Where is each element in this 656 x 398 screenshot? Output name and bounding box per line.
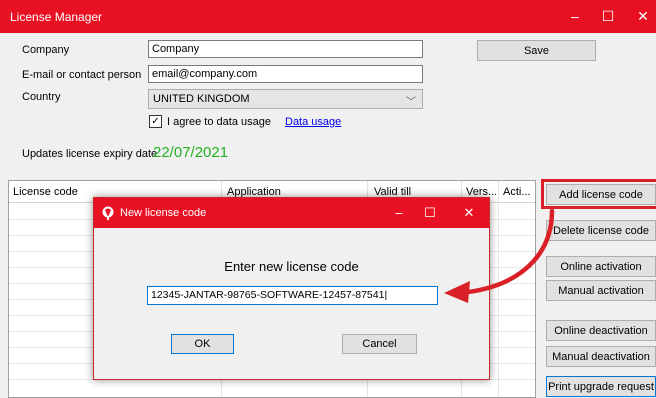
dialog-prompt: Enter new license code (224, 259, 359, 274)
email-input[interactable] (148, 65, 423, 83)
company-input[interactable] (148, 40, 423, 58)
online-deactivation-button[interactable]: Online deactivation (546, 320, 656, 341)
print-upgrade-request-button[interactable]: Print upgrade request (546, 376, 656, 397)
column-separator (498, 181, 499, 397)
country-label: Country (22, 91, 61, 103)
expiry-label: Updates license expiry date (22, 148, 158, 160)
license-code-value: 12345-JANTAR-98765-SOFTWARE-12457-87541 (151, 289, 385, 301)
agree-label: I agree to data usage (167, 116, 271, 128)
agree-checkbox[interactable]: ✓ (149, 115, 162, 128)
dialog-maximize-button[interactable]: ☐ (412, 198, 448, 228)
manual-activation-button[interactable]: Manual activation (546, 280, 656, 301)
dialog-title: New license code (120, 207, 207, 219)
online-activation-button[interactable]: Online activation (546, 256, 656, 277)
add-button-highlight (541, 179, 656, 209)
close-button[interactable]: ✕ (620, 0, 656, 33)
window-title: License Manager (10, 10, 103, 24)
chevron-down-icon: ﹀ (406, 97, 416, 108)
email-label: E-mail or contact person (22, 69, 142, 81)
dialog-titlebar: New license code – ☐ ✕ (94, 198, 489, 228)
company-label: Company (22, 44, 70, 56)
new-license-code-dialog: New license code – ☐ ✕ Enter new license… (93, 197, 490, 380)
cancel-button[interactable]: Cancel (342, 334, 417, 354)
column-header-license-code[interactable]: License code (13, 186, 78, 198)
save-button[interactable]: Save (477, 40, 596, 61)
delete-license-code-button[interactable]: Delete license code (546, 220, 656, 241)
window-titlebar: License Manager – ☐ ✕ (0, 0, 656, 33)
ok-button[interactable]: OK (171, 334, 234, 354)
manual-deactivation-button[interactable]: Manual deactivation (546, 346, 656, 367)
license-code-input[interactable]: 12345-JANTAR-98765-SOFTWARE-12457-87541| (147, 286, 438, 305)
country-value: UNITED KINGDOM (153, 93, 250, 105)
country-select[interactable]: UNITED KINGDOM ﹀ (148, 89, 423, 109)
app-logo-icon (102, 206, 114, 220)
dialog-close-button[interactable]: ✕ (451, 198, 487, 228)
data-usage-link[interactable]: Data usage (285, 116, 341, 128)
expiry-date: 22/07/2021 (153, 144, 229, 161)
column-header-activation[interactable]: Acti... (503, 186, 533, 198)
